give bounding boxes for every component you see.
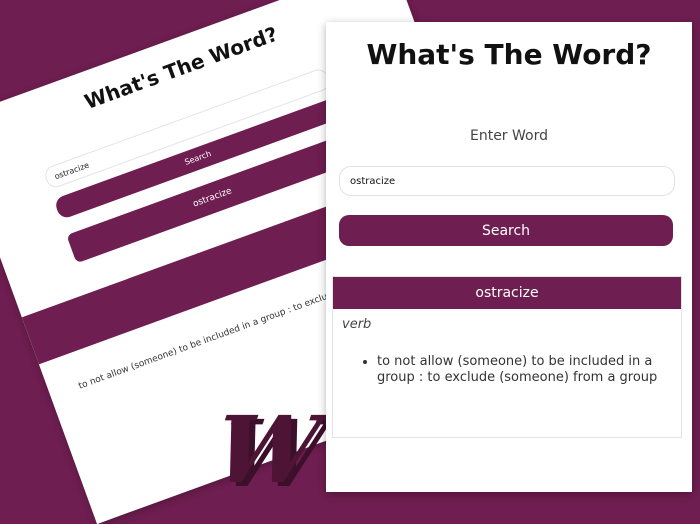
app-card: What's The Word? Enter Word Search ostra… [326,22,692,492]
page-title: What's The Word? [366,38,652,71]
enter-word-label: Enter Word [469,128,548,144]
definition-list: to not allow (someone) to be included in… [333,354,681,386]
definition-item: to not allow (someone) to be included in… [377,354,659,386]
w-logo: W [208,396,327,504]
word-input[interactable] [339,166,675,196]
search-button[interactable]: Search [339,215,673,246]
result-panel: ostracize verb to not allow (someone) to… [332,276,682,438]
part-of-speech: verb [342,317,372,332]
result-word-header: ostracize [333,277,681,309]
